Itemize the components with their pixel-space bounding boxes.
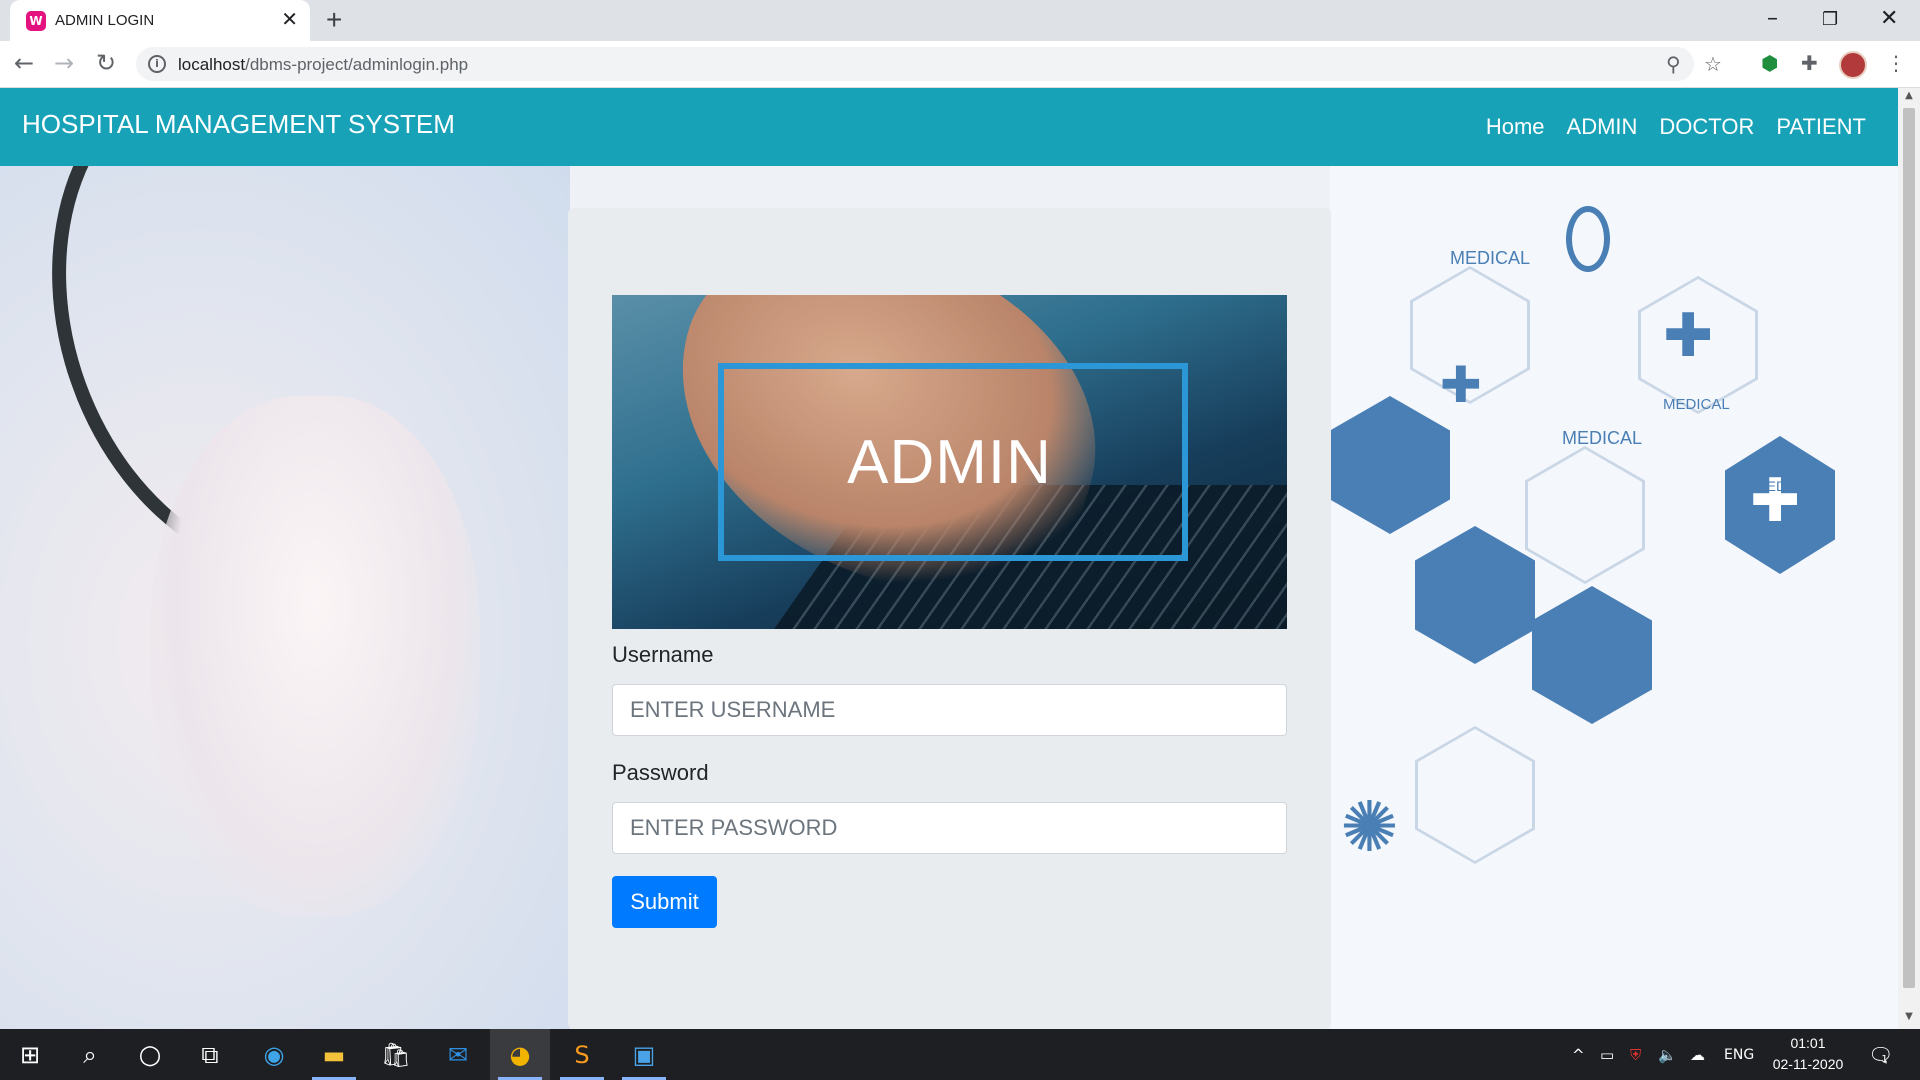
wamp-favicon-icon: W	[26, 11, 46, 31]
submit-button[interactable]: Submit	[612, 876, 717, 928]
search-icon[interactable]: ⌕	[60, 1029, 120, 1080]
hex-label: MEDICAL	[1562, 428, 1643, 448]
notification-count: 1	[1881, 1054, 1888, 1065]
nav-link-admin[interactable]: ADMIN	[1567, 114, 1638, 140]
hex-label: MEDICAL	[1450, 248, 1531, 268]
first-aid-kit-icon: ✚	[1440, 356, 1482, 414]
browser-tab-strip: W ADMIN LOGIN ✕ + – ❐ ✕	[0, 0, 1920, 41]
file-explorer-icon[interactable]: ▬	[304, 1029, 364, 1080]
system-clock[interactable]: 01:01 02-11-2020	[1768, 1033, 1848, 1075]
hex-label: MEDICAL	[1663, 396, 1730, 413]
page-scrollbar[interactable]: ▲ ▼	[1898, 88, 1920, 1029]
admin-banner-image: ADMIN	[612, 295, 1287, 629]
chrome-icon[interactable]: ◕	[490, 1029, 550, 1080]
admin-banner-text: ADMIN	[847, 428, 1052, 497]
clock-time: 01:01	[1790, 1035, 1826, 1051]
android-extension-icon[interactable]: ⬢	[1761, 51, 1778, 75]
browser-toolbar: ← → ↻ i localhost/dbms-project/adminlogi…	[0, 41, 1920, 88]
medical-cross-icon: ✚	[1663, 301, 1714, 371]
tray-chevron-icon[interactable]: ^	[1572, 1029, 1585, 1080]
back-icon[interactable]: ←	[14, 50, 34, 76]
ring-icon	[1566, 206, 1610, 272]
photos-icon[interactable]: ▣	[614, 1029, 674, 1080]
forward-icon[interactable]: →	[54, 50, 74, 76]
minimize-icon[interactable]: –	[1767, 6, 1778, 31]
onedrive-cloud-icon[interactable]: ☁	[1690, 1029, 1705, 1080]
site-brand[interactable]: HOSPITAL MANAGEMENT SYSTEM	[22, 109, 455, 140]
clock-date: 02-11-2020	[1772, 1056, 1844, 1072]
nav-links: Home ADMIN DOCTOR PATIENT	[1486, 114, 1866, 140]
hex-syringe-icon	[1415, 526, 1535, 664]
hex-outline	[1415, 726, 1535, 864]
microsoft-store-icon[interactable]: 🛍	[366, 1029, 426, 1080]
sublime-text-icon[interactable]: S	[552, 1029, 612, 1080]
hex-label: MEDICAL	[1755, 478, 1818, 494]
network-card-icon[interactable]: ▭	[1600, 1029, 1614, 1080]
site-navbar: HOSPITAL MANAGEMENT SYSTEM Home ADMIN DO…	[0, 88, 1898, 166]
extensions-puzzle-icon[interactable]: ✚	[1801, 51, 1818, 75]
scroll-thumb[interactable]	[1903, 108, 1915, 988]
medical-cross-icon: ✚	[1750, 466, 1801, 536]
nav-link-doctor[interactable]: DOCTOR	[1659, 114, 1754, 140]
speaker-icon[interactable]: 🔈	[1658, 1029, 1677, 1080]
page-viewport: ✚ ✚ ✚ MEDICAL MEDICAL MEDICAL MEDICAL ✺ …	[0, 88, 1898, 1029]
hex-pill-icon	[1532, 586, 1652, 724]
chrome-menu-icon[interactable]: ⋮	[1886, 51, 1906, 75]
new-tab-button[interactable]: +	[326, 6, 342, 34]
cortana-icon[interactable]: ○	[120, 1029, 180, 1080]
windows-taskbar: ⊞ ⌕ ○ ⧉ ◉ ▬ 🛍 ✉ ◕ S ▣ ^ ▭ ⛨ 🔈 ☁ ENG 01:0…	[0, 1029, 1920, 1080]
virus-icon: ✺	[1340, 786, 1399, 868]
window-close-icon[interactable]: ✕	[1880, 6, 1898, 31]
nav-link-patient[interactable]: PATIENT	[1776, 114, 1866, 140]
hex-drops-icon	[1330, 396, 1450, 534]
restore-icon[interactable]: ❐	[1822, 9, 1838, 30]
scroll-down-icon[interactable]: ▼	[1898, 1011, 1920, 1027]
windows-start-icon[interactable]: ⊞	[0, 1029, 60, 1080]
password-label: Password	[612, 760, 709, 785]
medical-icons-background: ✚ ✚ ✚ MEDICAL MEDICAL MEDICAL MEDICAL ✺	[1330, 166, 1898, 1029]
tab-title: ADMIN LOGIN	[55, 12, 155, 29]
reload-icon[interactable]: ↻	[96, 50, 116, 76]
password-input[interactable]	[612, 802, 1287, 854]
scroll-up-icon[interactable]: ▲	[1898, 90, 1920, 106]
gloved-hand-graphic	[150, 396, 480, 916]
task-view-icon[interactable]: ⧉	[180, 1029, 240, 1080]
username-label: Username	[612, 642, 714, 667]
nav-link-home[interactable]: Home	[1486, 114, 1545, 140]
browser-tab[interactable]: W ADMIN LOGIN ✕	[10, 0, 310, 41]
profile-avatar[interactable]	[1839, 51, 1867, 79]
language-indicator[interactable]: ENG	[1724, 1029, 1754, 1080]
tab-close-icon[interactable]: ✕	[281, 9, 298, 31]
site-info-icon[interactable]: i	[148, 55, 166, 73]
username-input[interactable]	[612, 684, 1287, 736]
doctor-background-image	[0, 88, 570, 1029]
address-bar[interactable]: i localhost/dbms-project/adminlogin.php …	[136, 47, 1722, 81]
hex-outline	[1525, 446, 1645, 584]
zoom-icon[interactable]: ⚲	[1666, 52, 1681, 76]
bookmark-star-icon[interactable]: ☆	[1704, 52, 1722, 76]
mail-icon[interactable]: ✉	[428, 1029, 488, 1080]
antivirus-shield-icon[interactable]: ⛨	[1630, 1029, 1641, 1080]
notification-center-icon[interactable]: 🗨 1	[1868, 1029, 1893, 1080]
url-text[interactable]: localhost/dbms-project/adminlogin.php	[178, 55, 468, 75]
admin-login-card: ADMIN Username Password Submit	[568, 208, 1331, 1029]
edge-browser-icon[interactable]: ◉	[244, 1029, 304, 1080]
